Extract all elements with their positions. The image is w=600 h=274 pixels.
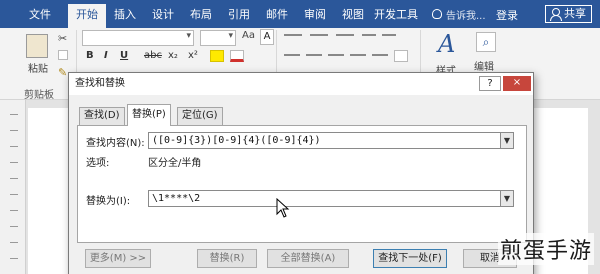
tab-replace[interactable]: 替换(P) xyxy=(127,104,171,126)
tab-design[interactable]: 设计 xyxy=(146,6,180,28)
tab-references[interactable]: 引用 xyxy=(222,6,256,28)
editing-label: 编辑 xyxy=(474,62,494,73)
replace-history-dropdown[interactable]: ▼ xyxy=(500,190,514,207)
tab-goto[interactable]: 定位(G) xyxy=(177,107,223,125)
increase-indent-icon[interactable] xyxy=(382,34,396,36)
underline-button[interactable]: U xyxy=(120,50,128,61)
replace-all-button[interactable]: 全部替换(A) xyxy=(267,249,349,268)
line-spacing-icon[interactable] xyxy=(372,54,388,56)
find-what-label: 查找内容(N): xyxy=(86,138,145,149)
ribbon-tab-bar: 文件 开始 插入 设计 布局 引用 邮件 审阅 视图 开发工具 告诉我... 登… xyxy=(0,0,600,28)
close-button[interactable]: × xyxy=(503,76,531,91)
font-name-combo[interactable] xyxy=(82,30,194,46)
more-button[interactable]: 更多(M) >> xyxy=(85,249,151,268)
change-case-icon[interactable]: Aa xyxy=(242,30,255,41)
superscript-button[interactable]: x² xyxy=(188,50,198,61)
replace-button[interactable]: 替换(R) xyxy=(197,249,257,268)
tab-mailings[interactable]: 邮件 xyxy=(260,6,294,28)
justify-icon[interactable] xyxy=(350,54,366,56)
clipboard-group-label: 剪贴板 xyxy=(24,90,54,101)
tab-developer[interactable]: 开发工具 xyxy=(372,6,420,28)
clear-format-icon[interactable]: A xyxy=(260,29,274,45)
find-history-dropdown[interactable]: ▼ xyxy=(500,132,514,149)
shading-icon[interactable] xyxy=(394,50,408,62)
styles-icon[interactable]: A xyxy=(438,30,455,58)
subscript-button[interactable]: x₂ xyxy=(168,50,178,61)
bullets-icon[interactable] xyxy=(284,34,302,36)
replace-with-label: 替换为(I): xyxy=(86,196,131,207)
share-button[interactable]: 共享 xyxy=(545,5,592,23)
tab-find[interactable]: 查找(D) xyxy=(79,107,125,125)
align-right-icon[interactable] xyxy=(328,54,344,56)
dialog-title: 查找和替换 xyxy=(69,73,533,95)
options-label: 选项: xyxy=(86,158,110,169)
cut-icon[interactable]: ✂ xyxy=(58,32,67,45)
multilevel-list-icon[interactable] xyxy=(336,34,354,36)
help-button[interactable]: ? xyxy=(479,76,501,91)
font-size-combo[interactable] xyxy=(200,30,236,46)
font-color-icon[interactable] xyxy=(230,50,244,62)
tell-me-box[interactable]: 告诉我... xyxy=(446,7,486,22)
tab-insert[interactable]: 插入 xyxy=(108,6,142,28)
tab-home[interactable]: 开始 xyxy=(68,4,106,28)
search-icon[interactable]: ⌕ xyxy=(476,32,496,52)
numbering-icon[interactable] xyxy=(310,34,328,36)
lightbulb-icon xyxy=(432,9,442,19)
decrease-indent-icon[interactable] xyxy=(362,34,376,36)
paste-label: 粘贴 xyxy=(28,64,48,75)
format-painter-icon[interactable]: ✎ xyxy=(58,66,67,79)
highlight-icon[interactable] xyxy=(210,50,224,62)
paste-icon[interactable] xyxy=(26,34,48,58)
person-icon xyxy=(550,8,562,21)
options-value: 区分全/半角 xyxy=(148,158,202,169)
tab-review[interactable]: 审阅 xyxy=(298,6,332,28)
find-replace-dialog: 查找和替换 ? × 查找(D) 替换(P) 定位(G) 查找内容(N): ([0… xyxy=(68,72,534,274)
find-next-button[interactable]: 查找下一处(F) xyxy=(373,249,447,268)
align-center-icon[interactable] xyxy=(306,54,322,56)
italic-button[interactable]: I xyxy=(104,50,108,61)
replace-with-input[interactable]: \1****\2 xyxy=(148,190,502,207)
tab-file[interactable]: 文件 xyxy=(20,6,60,28)
watermark: 煎蛋手游 xyxy=(498,233,595,265)
login-link[interactable]: 登录 xyxy=(496,7,518,23)
find-what-input[interactable]: ([0-9]{3})[0-9]{4}([0-9]{4}) xyxy=(148,132,502,149)
vertical-ruler xyxy=(0,100,26,274)
align-left-icon[interactable] xyxy=(284,54,300,56)
mouse-cursor-icon xyxy=(276,198,290,218)
strikethrough-button[interactable]: abc xyxy=(144,50,162,61)
tab-layout[interactable]: 布局 xyxy=(184,6,218,28)
share-label: 共享 xyxy=(564,7,586,20)
replace-tab-panel: 查找内容(N): ([0-9]{3})[0-9]{4}([0-9]{4}) ▼ … xyxy=(77,125,527,243)
tab-view[interactable]: 视图 xyxy=(336,6,370,28)
copy-icon[interactable] xyxy=(58,50,68,60)
bold-button[interactable]: B xyxy=(86,50,94,61)
